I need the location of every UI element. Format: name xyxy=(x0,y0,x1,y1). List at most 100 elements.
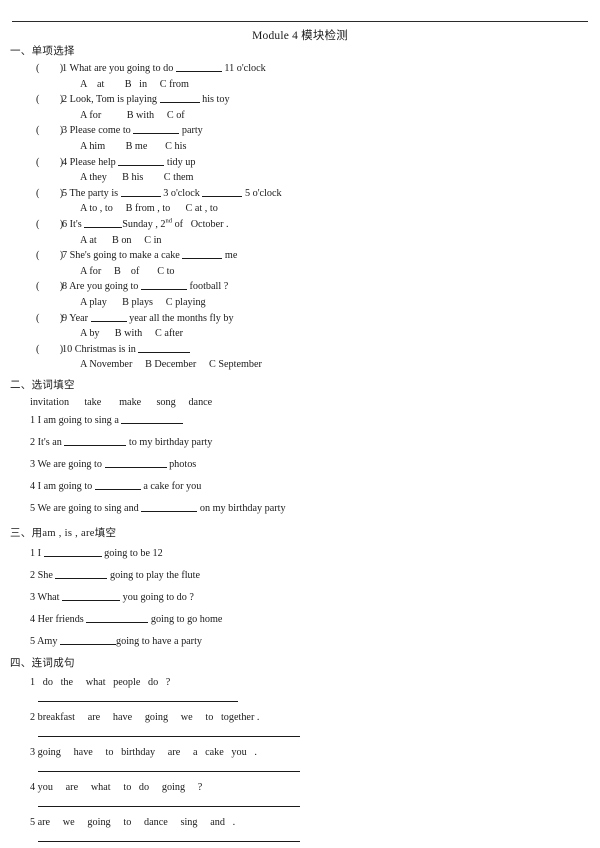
section-heading-1: 一、单项选择 xyxy=(10,44,600,59)
section-3-item-1-blank[interactable] xyxy=(43,546,102,558)
section-3-item-2-prefix: 2 She xyxy=(30,570,56,582)
question-1-options[interactable]: A at B in C from xyxy=(80,77,600,93)
question-2-options[interactable]: A for B with C of xyxy=(80,108,600,124)
rearrange-item-1-words: 1 do the what people do ? xyxy=(30,677,171,689)
section-3-item-5-suffix: going to have a party xyxy=(116,636,203,648)
question-9: ( )9 Year year all the months fly by xyxy=(36,311,600,327)
rearrange-item-4: 4 you are what to do going ? xyxy=(30,778,600,808)
answer-paren-1[interactable]: ( ) xyxy=(36,61,63,77)
section-3-item-1-suffix: going to be 12 xyxy=(101,548,163,560)
section-2-item-2-blank[interactable] xyxy=(64,435,127,447)
rearrange-item-5-words: 5 are we going to dance sing and . xyxy=(30,817,236,829)
question-10-blank[interactable] xyxy=(138,342,191,353)
section-3-item-4-suffix: going to go home xyxy=(148,614,223,626)
answer-paren-10[interactable]: ( ) xyxy=(36,342,63,358)
worksheet-content: 一、单项选择 ( )1 What are you going to do 11 … xyxy=(0,44,600,848)
question-2: ( )2 Look, Tom is playing his toy xyxy=(36,92,600,108)
question-9-blank[interactable] xyxy=(90,311,127,322)
question-1: ( )1 What are you going to do 11 o'clock xyxy=(36,61,600,77)
question-8-blank[interactable] xyxy=(140,279,187,291)
section-3-item-5-blank[interactable] xyxy=(60,634,116,646)
section-2-item-5-prefix: 5 We are going to sing and xyxy=(30,503,142,515)
section-2-item-1: 1 I am going to sing a xyxy=(30,410,600,432)
question-6-stem: 6 It's xyxy=(62,218,85,230)
question-4-blank[interactable] xyxy=(118,155,165,166)
question-6-tail: of October . xyxy=(172,218,229,230)
question-1-suffix: 11 o'clock xyxy=(221,63,266,74)
section-2-item-1-blank[interactable] xyxy=(121,413,184,425)
section-3-item-3-blank[interactable] xyxy=(62,590,121,602)
section-4-items: 1 do the what people do ? 2 breakfast ar… xyxy=(0,673,600,843)
question-3-options[interactable]: A him B me C his xyxy=(80,139,600,155)
rearrange-item-4-answer-line[interactable] xyxy=(38,806,300,808)
rearrange-item-3-words: 3 going have to birthday are a cake you … xyxy=(30,747,257,759)
section-2-item-3: 3 We are going to photos xyxy=(30,454,600,476)
question-5-suffix: 5 o'clock xyxy=(242,187,282,199)
answer-paren-9[interactable]: ( ) xyxy=(36,311,63,327)
section-2-item-2-suffix: to my birthday party xyxy=(126,437,213,449)
section-3-item-2-suffix: going to play the flute xyxy=(107,570,200,582)
rearrange-item-5-answer-line[interactable] xyxy=(38,841,300,843)
section-2-item-4-prefix: 4 I am going to xyxy=(30,481,95,493)
section-3-item-4-blank[interactable] xyxy=(86,612,149,624)
answer-paren-8[interactable]: ( ) xyxy=(36,279,63,295)
question-8: ( )8 Are you going to football ? xyxy=(36,279,600,295)
section-2-item-1-prefix: 1 I am going to sing a xyxy=(30,415,122,427)
question-7-options[interactable]: A for B of C to xyxy=(80,264,600,280)
section-heading-4: 四、连词成句 xyxy=(10,656,600,671)
question-10-options[interactable]: A November B December C September xyxy=(80,357,600,373)
answer-paren-6[interactable]: ( ) xyxy=(36,217,63,233)
question-7-blank[interactable] xyxy=(182,248,223,260)
question-5-blank-1[interactable] xyxy=(120,186,161,197)
question-2-suffix: his toy xyxy=(199,94,230,106)
section-3-item-2: 2 She going to play the flute xyxy=(30,565,600,587)
answer-paren-4[interactable]: ( ) xyxy=(36,155,63,171)
question-10-stem: 10 Christmas is in xyxy=(62,343,139,355)
question-4-suffix: tidy up xyxy=(164,156,196,168)
question-8-options[interactable]: A play B plays C playing xyxy=(80,295,600,311)
section-2-item-2-prefix: 2 It's an xyxy=(30,437,65,449)
page-title: Module 4 模块检测 xyxy=(252,30,348,42)
section-3-item-5-prefix: 5 Amy xyxy=(30,636,60,648)
rearrange-item-2-words: 2 breakfast are have going we to togethe… xyxy=(30,712,260,724)
answer-paren-5[interactable]: ( ) xyxy=(36,186,63,202)
question-3: ( )3 Please come to party xyxy=(36,123,600,139)
section-2-item-5-blank[interactable] xyxy=(141,501,198,513)
rearrange-item-5: 5 are we going to dance sing and . xyxy=(30,813,600,843)
section-2-item-4-blank[interactable] xyxy=(94,479,141,491)
rearrange-item-2-answer-line[interactable] xyxy=(38,736,300,738)
section-3-item-5: 5 Amy going to have a party xyxy=(30,631,600,653)
section-2-item-5: 5 We are going to sing and on my birthda… xyxy=(30,498,600,520)
section-3-item-3-suffix: you going to do ? xyxy=(120,592,194,604)
section-2-items: 1 I am going to sing a 2 It's an to my b… xyxy=(0,410,600,520)
section-3-item-1-prefix: 1 I xyxy=(30,548,44,560)
question-6-blank[interactable] xyxy=(84,217,123,228)
question-2-blank[interactable] xyxy=(159,92,200,104)
question-4-options[interactable]: A they B his C them xyxy=(80,170,600,186)
answer-paren-2[interactable]: ( ) xyxy=(36,92,63,108)
question-8-suffix: football ? xyxy=(186,281,229,293)
question-5: ( )5 The party is 3 o'clock 5 o'clock xyxy=(36,186,600,202)
question-5-options[interactable]: A to , to B from , to C at , to xyxy=(80,201,600,217)
answer-paren-7[interactable]: ( ) xyxy=(36,248,63,264)
question-6-suffix: Sunday , 2 xyxy=(122,218,166,230)
section-2-item-4: 4 I am going to a cake for you xyxy=(30,476,600,498)
question-9-options[interactable]: A by B with C after xyxy=(80,326,600,342)
section-3-item-2-blank[interactable] xyxy=(55,568,108,580)
answer-paren-3[interactable]: ( ) xyxy=(36,123,63,139)
section-3-item-4-prefix: 4 Her friends xyxy=(30,614,87,626)
question-3-blank[interactable] xyxy=(133,123,180,135)
rearrange-item-1-answer-line[interactable] xyxy=(38,701,238,703)
section-3-item-1: 1 I going to be 12 xyxy=(30,543,600,565)
section-1-questions: ( )1 What are you going to do 11 o'clock… xyxy=(36,61,600,373)
section-heading-1-label: 一、单项选择 xyxy=(10,45,75,57)
section-2-item-4-suffix: a cake for you xyxy=(140,481,202,493)
rearrange-item-3: 3 going have to birthday are a cake you … xyxy=(30,743,600,773)
rearrange-item-3-answer-line[interactable] xyxy=(38,771,300,773)
section-2-item-3-blank[interactable] xyxy=(104,457,167,469)
question-6-options[interactable]: A at B on C in xyxy=(80,233,600,249)
question-1-blank[interactable] xyxy=(175,61,222,72)
question-7: ( )7 She's going to make a cake me xyxy=(36,248,600,264)
question-5-blank-2[interactable] xyxy=(202,186,243,197)
section-heading-3-prefix: 三、用 xyxy=(10,527,43,540)
